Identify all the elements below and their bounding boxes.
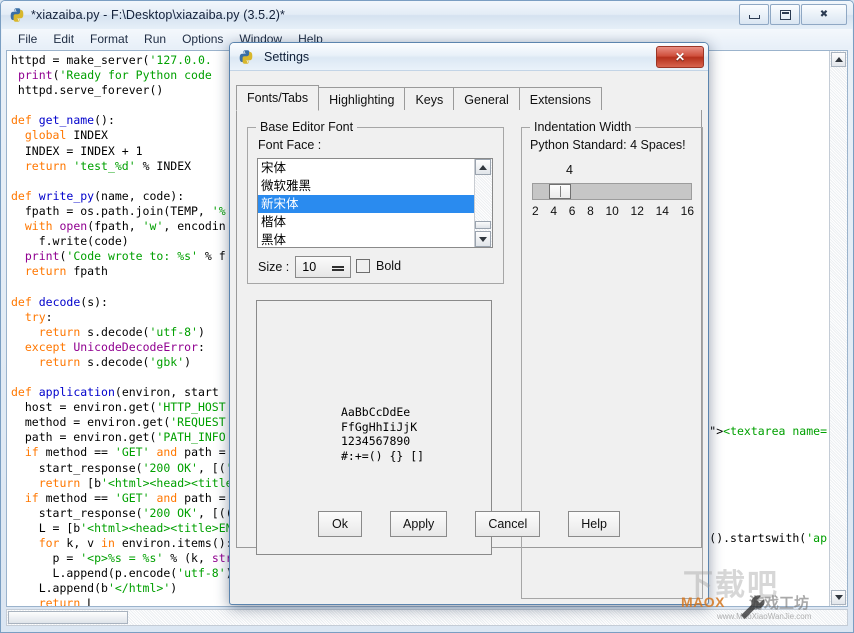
idle-main-window: *xiazaiba.py - F:\Desktop\xiazaiba.py (3… (0, 0, 854, 633)
settings-title-bar: Settings ✕ (230, 43, 708, 71)
settings-tabstrip: Fonts/Tabs Highlighting Keys General Ext… (236, 85, 702, 112)
font-list-item[interactable]: 宋体 (258, 159, 474, 177)
option-menu-icon (332, 266, 344, 268)
menu-item-options[interactable]: Options (174, 30, 231, 48)
maximize-icon (780, 10, 791, 20)
bold-checkbox-row[interactable]: Bold (356, 259, 401, 273)
settings-dialog-title: Settings (264, 50, 309, 64)
minimize-button[interactable] (739, 4, 769, 25)
menu-item-run[interactable]: Run (136, 30, 174, 48)
tick-label: 16 (681, 204, 694, 218)
font-list-scroll-thumb[interactable] (475, 221, 491, 229)
tab-general[interactable]: General (453, 87, 519, 111)
font-size-dropdown[interactable]: 10 (295, 256, 351, 278)
font-face-listbox[interactable]: 宋体微软雅黑新宋体楷体黑体 (257, 158, 493, 248)
window-controls: ✖ (739, 4, 847, 25)
bold-label: Bold (376, 259, 401, 273)
tab-keys[interactable]: Keys (404, 87, 454, 111)
cancel-button[interactable]: Cancel (475, 511, 540, 537)
dialog-button-row: Ok Apply Cancel Help (237, 511, 701, 537)
tab-fonts-tabs[interactable]: Fonts/Tabs (236, 85, 319, 111)
close-icon: ✕ (675, 50, 685, 64)
close-icon: ✖ (820, 9, 828, 20)
settings-dialog: Settings ✕ Fonts/Tabs Highlighting Keys … (229, 42, 709, 605)
font-face-label: Font Face : (258, 138, 321, 152)
indentation-slider-thumb[interactable] (549, 184, 571, 199)
tick-label: 4 (550, 204, 557, 218)
font-list-item[interactable]: 楷体 (258, 213, 474, 231)
ok-button[interactable]: Ok (318, 511, 362, 537)
font-size-label: Size : (258, 260, 289, 274)
menu-item-format[interactable]: Format (82, 30, 136, 48)
indentation-value: 4 (566, 163, 573, 177)
indentation-note: Python Standard: 4 Spaces! (530, 138, 686, 152)
font-size-row: Size : 10 (258, 256, 351, 278)
hscroll-thumb[interactable] (8, 611, 128, 624)
settings-close-button[interactable]: ✕ (656, 46, 704, 68)
base-editor-font-group: Base Editor Font Font Face : 宋体微软雅黑新宋体楷体… (247, 127, 504, 284)
tab-highlighting[interactable]: Highlighting (318, 87, 405, 111)
fonts-tabs-panel: Base Editor Font Font Face : 宋体微软雅黑新宋体楷体… (236, 110, 702, 548)
tick-label: 12 (631, 204, 644, 218)
menu-item-file[interactable]: File (10, 30, 45, 48)
font-preview-text: AaBbCcDdEe FfGgHhIiJjK 1234567890 #:+=()… (341, 405, 424, 463)
chevron-up-icon (835, 57, 843, 62)
tick-label: 2 (532, 204, 539, 218)
scroll-up-button[interactable] (831, 52, 846, 67)
main-title-bar: *xiazaiba.py - F:\Desktop\xiazaiba.py (3… (1, 1, 853, 29)
chevron-down-icon (835, 595, 843, 600)
editor-vertical-scrollbar[interactable] (829, 51, 847, 606)
font-list-item[interactable]: 新宋体 (258, 195, 474, 213)
tick-label: 8 (587, 204, 594, 218)
scroll-down-button[interactable] (831, 590, 846, 605)
font-list-scroll-down[interactable] (475, 231, 491, 247)
tick-label: 14 (656, 204, 669, 218)
python-idle-icon (9, 7, 25, 23)
indentation-slider[interactable] (532, 183, 692, 200)
font-list-item[interactable]: 微软雅黑 (258, 177, 474, 195)
maximize-button[interactable] (770, 4, 800, 25)
editor-horizontal-scrollbar[interactable] (6, 609, 848, 626)
font-list-scrollbar[interactable] (474, 159, 492, 247)
apply-button[interactable]: Apply (390, 511, 447, 537)
code-fragment: "><textarea name= (709, 424, 827, 438)
font-list-scroll-up[interactable] (475, 159, 491, 175)
bold-checkbox[interactable] (356, 259, 370, 273)
menu-item-edit[interactable]: Edit (45, 30, 82, 48)
python-idle-icon (238, 49, 254, 65)
tab-extensions[interactable]: Extensions (519, 87, 602, 111)
help-button[interactable]: Help (568, 511, 620, 537)
main-window-title: *xiazaiba.py - F:\Desktop\xiazaiba.py (3… (31, 8, 285, 22)
tick-label: 6 (569, 204, 576, 218)
font-size-value: 10 (302, 260, 316, 274)
tick-label: 10 (606, 204, 619, 218)
font-list-item[interactable]: 黑体 (258, 231, 474, 248)
close-button[interactable]: ✖ (801, 4, 847, 25)
indentation-tick-labels: 2468 10 12 14 16 (532, 204, 694, 218)
base-editor-font-legend: Base Editor Font (256, 120, 357, 134)
code-fragment: ().startswith('ap (709, 531, 827, 545)
indentation-width-legend: Indentation Width (530, 120, 635, 134)
minimize-icon (749, 15, 760, 19)
chevron-down-icon (479, 237, 487, 242)
chevron-up-icon (479, 165, 487, 170)
